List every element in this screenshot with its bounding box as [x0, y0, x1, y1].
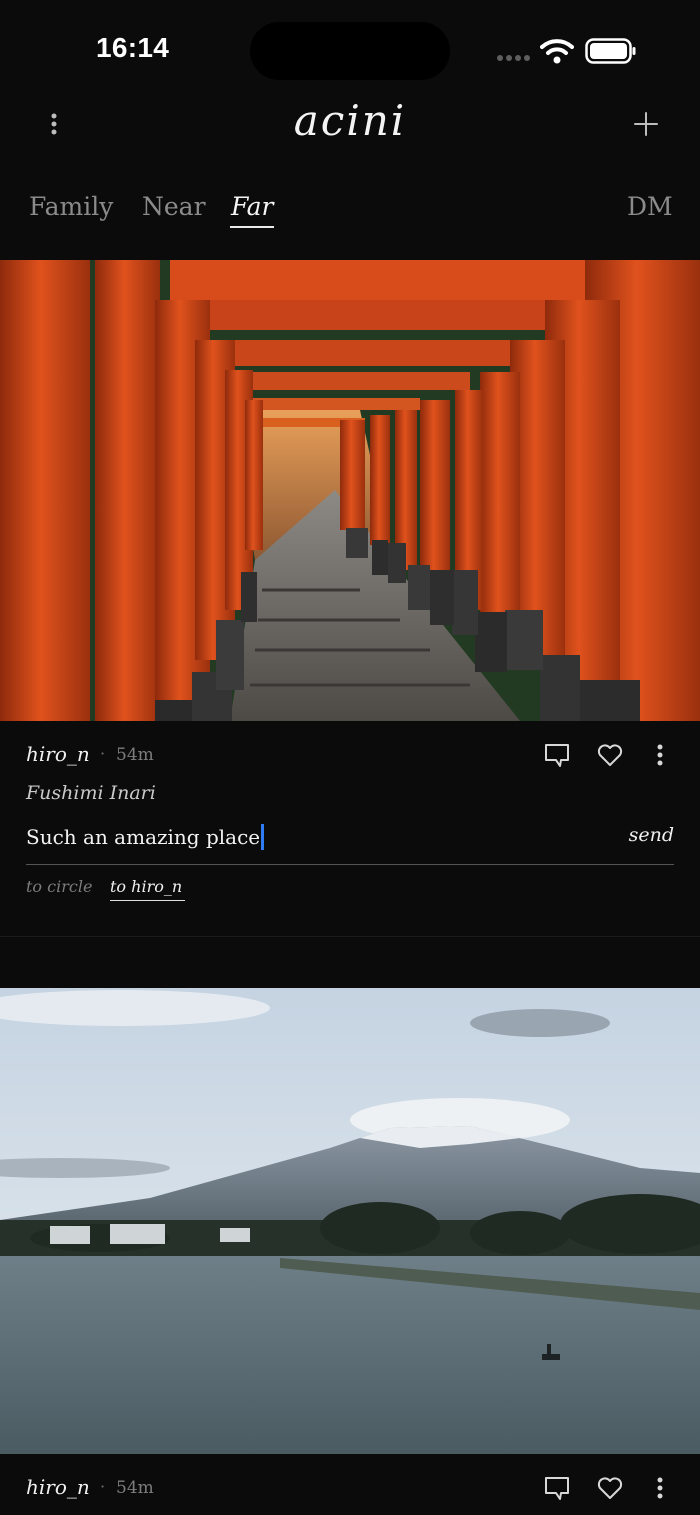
post-divider	[0, 936, 700, 937]
cellular-signal-icon	[497, 55, 530, 61]
more-options-button[interactable]	[643, 738, 677, 772]
meta-separator: ·	[100, 744, 106, 763]
vertical-ellipsis-icon	[657, 1477, 663, 1499]
comment-button[interactable]	[540, 738, 574, 772]
plus-icon	[634, 112, 658, 136]
add-post-button[interactable]	[624, 102, 668, 146]
author-name[interactable]: hiro_n	[26, 1475, 90, 1499]
mount-fuji-lake-photo	[0, 988, 700, 1454]
app-title: acini	[293, 96, 407, 145]
feed-tabs: Family Near Far DM	[0, 188, 700, 238]
post-photo[interactable]	[0, 988, 700, 1454]
vertical-ellipsis-icon	[657, 744, 663, 766]
reply-audience-selector: to circle to hiro_n	[26, 877, 426, 907]
post-location: Fushimi Inari	[26, 782, 156, 804]
comment-button[interactable]	[540, 1471, 574, 1505]
comment-icon	[545, 1477, 569, 1500]
active-tab-indicator	[230, 226, 274, 228]
comment-icon	[545, 744, 569, 767]
audience-option-circle[interactable]: to circle	[26, 877, 92, 896]
more-options-button[interactable]	[643, 1471, 677, 1505]
heart-icon	[597, 744, 623, 766]
post-meta: hiro_n · 54m	[0, 1475, 700, 1515]
tab-dm[interactable]: DM	[627, 192, 673, 221]
audience-option-user[interactable]: to hiro_n	[110, 877, 182, 896]
post-time: 54m	[116, 745, 154, 765]
reply-composer: Such an amazing place send	[26, 822, 674, 866]
dynamic-island	[250, 22, 450, 80]
author-name[interactable]: hiro_n	[26, 742, 90, 766]
post-meta: hiro_n · 54m	[0, 742, 700, 782]
tab-far[interactable]: Far	[231, 192, 274, 221]
text-caret	[261, 824, 265, 850]
reply-input[interactable]: Such an amazing place	[26, 824, 265, 850]
torii-gates-photo	[0, 260, 700, 721]
status-time: 16:14	[96, 32, 170, 63]
meta-separator: ·	[100, 1477, 106, 1496]
selected-audience-indicator	[110, 900, 185, 901]
post-time: 54m	[116, 1478, 154, 1498]
app-header: acini	[0, 90, 700, 170]
heart-icon	[597, 1477, 623, 1499]
like-button[interactable]	[593, 738, 627, 772]
like-button[interactable]	[593, 1471, 627, 1505]
battery-icon	[585, 38, 636, 64]
tab-near[interactable]: Near	[142, 192, 206, 221]
reply-input-underline	[26, 864, 674, 865]
tab-family[interactable]: Family	[29, 192, 113, 221]
status-bar: 16:14	[0, 0, 700, 90]
wifi-icon	[540, 39, 574, 64]
send-button[interactable]: send	[629, 824, 674, 846]
reply-input-value: Such an amazing place	[26, 825, 261, 849]
post-photo[interactable]	[0, 260, 700, 721]
